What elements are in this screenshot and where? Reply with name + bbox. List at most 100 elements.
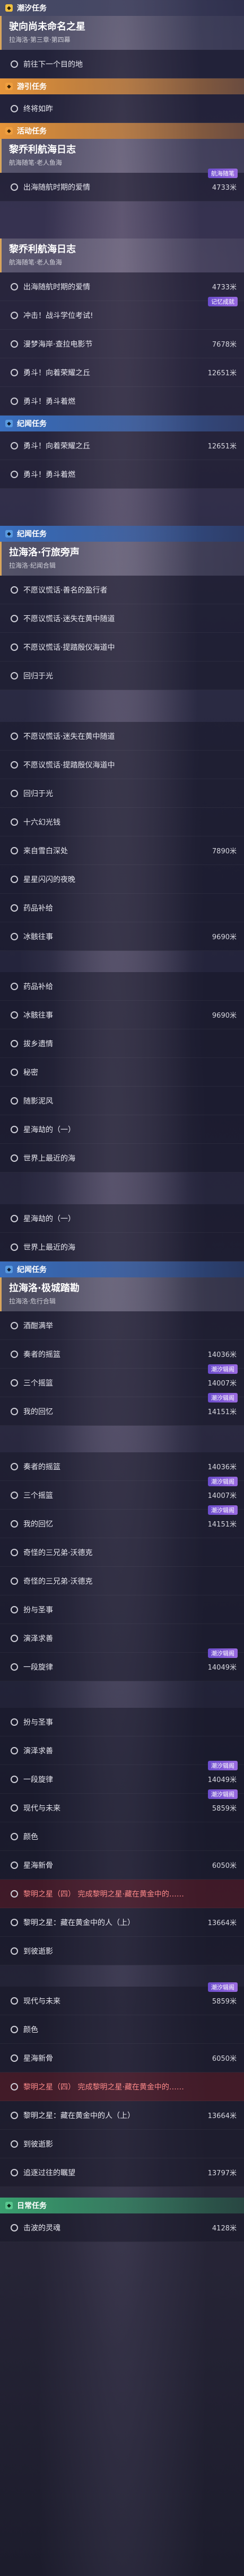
quest-row[interactable]: 出海随航时期的爱情 4733米 <box>0 272 244 301</box>
quest-row[interactable]: 药品补给 <box>0 894 244 922</box>
quest-row[interactable]: 拔乡遗情 <box>0 1029 244 1058</box>
quest-marker-icon <box>11 442 18 449</box>
quest-row[interactable]: 终将如昨 <box>0 94 244 123</box>
quest-marker-icon <box>11 1832 18 1840</box>
quest-label: 回归于光 <box>23 789 53 798</box>
quest-label: 药品补给 <box>23 904 53 913</box>
quest-row[interactable]: 奏者的摇篮 14036米 <box>0 1452 244 1481</box>
quest-row[interactable]: 我的回忆 14151米 潮汐辑阁 <box>0 1393 244 1426</box>
quest-row[interactable]: 酒酣满举 <box>0 1311 244 1340</box>
quest-row[interactable]: 世界上最近的海 <box>0 1144 244 1172</box>
quest-row[interactable]: 勇斗！向着荣耀之丘 12651米 <box>0 358 244 387</box>
quest-marker-icon <box>11 1407 18 1415</box>
quest-label: 黎明之星（四） 完成黎明之星·藏在黄金中的…… <box>23 1890 184 1899</box>
quest-selected-5[interactable]: 拉海洛·极城踏勘 拉海洛·危行合辑 <box>0 1277 244 1311</box>
quest-row[interactable]: 不愿议慌话·迷失在黄中随道 <box>0 604 244 633</box>
quest-row[interactable]: 一段旋律 14049米 潮汐辑阁 <box>0 1761 244 1794</box>
header-guide[interactable]: ◆ 游引任务 <box>0 78 244 94</box>
quest-row[interactable]: 黎明之星（四） 完成黎明之星·藏在黄金中的…… <box>0 1880 244 1908</box>
quest-row[interactable]: 追逐过往的瞩望 13797米 <box>0 2158 244 2187</box>
quest-marker-icon <box>11 1462 18 1470</box>
quest-selected-4[interactable]: 拉海洛·行旅旁声 拉海洛·纪闻合辑 <box>0 542 244 576</box>
quest-row[interactable]: 星海新骨 6050米 <box>0 1851 244 1880</box>
quest-row[interactable]: 勇斗！勇斗着燃 <box>0 460 244 489</box>
header-lore-1[interactable]: ◆ 纪闻任务 <box>0 416 244 431</box>
quest-row[interactable]: 前往下一个目的地 <box>0 50 244 78</box>
quest-row[interactable]: 到彼逝影 <box>0 2130 244 2158</box>
quest-row[interactable]: 出海随航时期的爱情 4733米 航海随笔 <box>0 169 244 201</box>
quest-row[interactable]: 回归于光 <box>0 779 244 808</box>
quest-marker-icon <box>11 1746 18 1754</box>
quest-row[interactable]: 黎明之星：藏在黄金中的人（上） 13664米 <box>0 2101 244 2130</box>
quest-row[interactable]: 星星闪闪的夜晚 <box>0 865 244 894</box>
quest-marker-icon <box>11 875 18 883</box>
quest-label: 我的回忆 <box>23 1407 53 1416</box>
quest-distance: 9690米 <box>212 933 237 941</box>
quest-row[interactable]: 不愿议慌话·善名的盈行者 <box>0 576 244 604</box>
header-lore-3[interactable]: ◆ 纪闻任务 <box>0 1261 244 1277</box>
quest-selected-2[interactable]: 黎乔利航海日志 航海随笔·老人鱼海 <box>0 139 244 173</box>
quest-marker-icon <box>11 2140 18 2148</box>
quest-row[interactable]: 勇斗！向着荣耀之丘 12651米 <box>0 431 244 460</box>
quest-row[interactable]: 来自雪白深处 7890米 <box>0 836 244 865</box>
quest-row[interactable]: 演泽求善 <box>0 1624 244 1653</box>
quest-distance: 14036米 <box>207 1351 237 1359</box>
quest-row[interactable]: 击波的灵魂 4128米 <box>0 2213 244 2242</box>
quest-row[interactable]: 星海劫的（一） <box>0 1204 244 1233</box>
category-label: 纪闻任务 <box>17 530 47 539</box>
quest-title: 黎乔利航海日志 <box>9 244 76 255</box>
header-lore-2[interactable]: ◆ 纪闻任务 <box>0 526 244 542</box>
quest-subtitle: 拉海洛·第三章·第四幕 <box>9 36 71 43</box>
quest-row[interactable]: 星海劫的（一） <box>0 1115 244 1144</box>
quest-selected-1[interactable]: 驶向尚未命名之星 拉海洛·第三章·第四幕 <box>0 16 244 50</box>
quest-row[interactable]: 勇斗！勇斗着燃 <box>0 387 244 416</box>
quest-row[interactable]: 星海新骨 6050米 <box>0 2044 244 2072</box>
quest-label: 星海劫的（一） <box>23 1214 75 1223</box>
quest-row[interactable]: 三个摇篮 14007米 潮汐辑阁 <box>0 1477 244 1510</box>
quest-row[interactable]: 一段旋律 14049米 潮汐辑阁 <box>0 1648 244 1681</box>
quest-label: 颜色 <box>23 1832 38 1841</box>
quest-row[interactable]: 奏者的摇篮 14036米 <box>0 1340 244 1369</box>
header-daily[interactable]: ◆ 日常任务 <box>0 2198 244 2213</box>
quest-label: 奏者的摇篮 <box>23 1462 60 1471</box>
quest-row[interactable]: 黎明之星：藏在黄金中的人（上） 13664米 <box>0 1908 244 1937</box>
quest-row[interactable]: 随影泥风 <box>0 1087 244 1115</box>
quest-row[interactable]: 冲击！战斗学位考试! 记忆成就 <box>0 297 244 330</box>
quest-label: 随影泥风 <box>23 1097 53 1106</box>
quest-marker-icon <box>11 932 18 940</box>
quest-selected-3[interactable]: 黎乔利航海日志 航海随笔·老人鱼海 <box>0 239 244 272</box>
quest-label: 冲击！战斗学位考试! <box>23 311 93 320</box>
quest-row[interactable]: 药品补给 <box>0 972 244 1001</box>
category-icon: ◆ <box>5 1266 13 1273</box>
quest-label: 扮与圣事 <box>23 1605 53 1615</box>
quest-marker-icon <box>11 283 18 290</box>
quest-row[interactable]: 十六幻光钱 <box>0 808 244 836</box>
quest-row[interactable]: 现代与未来 5859米 潮汐辑阁 <box>0 1789 244 1822</box>
quest-row[interactable]: 颜色 <box>0 1822 244 1851</box>
quest-row[interactable]: 不愿议慌话·提踏殷仪海道中 <box>0 633 244 661</box>
quest-row[interactable]: 奇怪的三兄弟·沃德克 <box>0 1567 244 1595</box>
quest-row[interactable]: 演泽求善 <box>0 1736 244 1765</box>
quest-marker-icon <box>11 311 18 319</box>
quest-row[interactable]: 三个摇篮 14007米 潮汐辑阁 <box>0 1364 244 1397</box>
header-tide[interactable]: ◆ 潮汐任务 <box>0 0 244 16</box>
quest-row[interactable]: 黎明之星（四） 完成黎明之星·藏在黄金中的…… <box>0 2072 244 2101</box>
quest-marker-icon <box>11 60 18 68</box>
quest-row[interactable]: 秘密 <box>0 1058 244 1087</box>
quest-row[interactable]: 漫梦海岸·查拉电影节 7678米 <box>0 330 244 358</box>
quest-row[interactable]: 现代与未来 5859米 潮汐辑阁 <box>0 1982 244 2015</box>
quest-row[interactable]: 世界上最近的海 <box>0 1233 244 1261</box>
quest-row[interactable]: 冰骸往事 9690米 <box>0 922 244 951</box>
quest-row[interactable]: 我的回忆 14151米 潮汐辑阁 <box>0 1505 244 1538</box>
quest-marker-icon <box>11 1548 18 1556</box>
quest-row[interactable]: 奇怪的三兄弟·沃德克 <box>0 1538 244 1567</box>
quest-row[interactable]: 不愿议慌话·迷失在黄中随道 <box>0 722 244 751</box>
quest-row[interactable]: 不愿议慌话·提踏殷仪海道中 <box>0 751 244 779</box>
quest-row[interactable]: 扮与圣事 <box>0 1595 244 1624</box>
quest-row[interactable]: 回归于光 <box>0 661 244 690</box>
header-event[interactable]: ◆ 活动任务 <box>0 123 244 139</box>
quest-row[interactable]: 扮与圣事 <box>0 1708 244 1736</box>
quest-row[interactable]: 冰骸往事 9690米 <box>0 1001 244 1029</box>
quest-row[interactable]: 颜色 <box>0 2015 244 2044</box>
quest-row[interactable]: 到彼逝影 <box>0 1937 244 1965</box>
